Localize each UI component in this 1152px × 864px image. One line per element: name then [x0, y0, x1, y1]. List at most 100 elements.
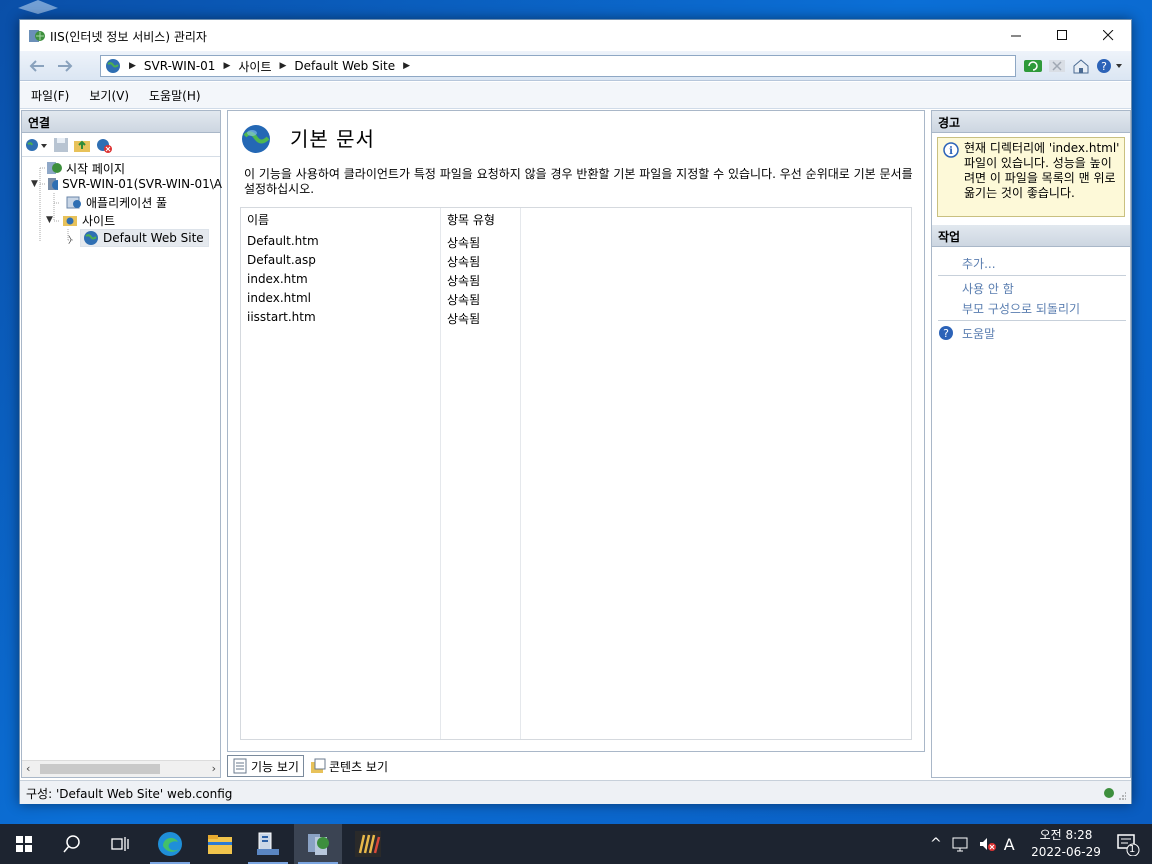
help-dropdown-button[interactable]: ? — [1095, 56, 1125, 76]
home-icon — [1073, 59, 1089, 74]
taskbar-server-manager[interactable] — [244, 824, 292, 864]
menu-view[interactable]: 보기(V) — [86, 85, 132, 106]
clock[interactable]: 오전 8:28 2022-06-29 — [1026, 827, 1106, 861]
arrow-right-icon — [58, 60, 73, 72]
tab-features-view[interactable]: 기능 보기 — [227, 755, 304, 777]
list-item-type[interactable]: 상속됨 — [447, 234, 480, 251]
minimize-icon — [1010, 35, 1021, 37]
stop-button[interactable] — [1047, 56, 1067, 76]
navigation-bar: ▶ SVR-WIN-01 ▶ 사이트 ▶ Default Web Site ▶ … — [20, 51, 1131, 81]
list-item-type[interactable]: 상속됨 — [447, 253, 480, 270]
iis-app-icon — [29, 30, 45, 42]
chevron-right-icon[interactable]: ▶ — [403, 61, 410, 71]
chevron-up-icon[interactable]: ^ — [930, 836, 942, 852]
svg-text:?: ? — [1101, 60, 1107, 73]
revert-to-parent-link[interactable]: 부모 구성으로 되돌리기 — [962, 300, 1080, 317]
arrow-left-icon — [29, 60, 44, 72]
breadcrumb-sites[interactable]: 사이트 — [238, 58, 271, 75]
resize-grip-icon[interactable] — [1103, 785, 1127, 801]
edge-browser-icon — [158, 832, 182, 856]
disable-action-link[interactable]: 사용 안 함 — [962, 280, 1014, 297]
default-document-globe-icon — [242, 125, 270, 153]
tab-content-view[interactable]: 콘텐츠 보기 — [306, 755, 392, 777]
taskbar-iis-manager[interactable] — [294, 824, 342, 864]
menu-file[interactable]: 파일(F) — [28, 85, 72, 106]
clock-date: 2022-06-29 — [1031, 845, 1101, 859]
refresh-icon — [1024, 60, 1042, 72]
notification-count: 1 — [1129, 844, 1136, 855]
search-icon — [63, 835, 80, 853]
tree-item-server[interactable]: SVR-WIN-01(SVR-WIN-01\A — [46, 175, 222, 193]
minimize-button[interactable] — [993, 20, 1039, 51]
server-icon — [48, 178, 59, 190]
list-item-name[interactable]: iisstart.htm — [247, 310, 316, 324]
maximize-button[interactable] — [1039, 20, 1085, 51]
refresh-button[interactable] — [1023, 56, 1043, 76]
svg-text:i: i — [949, 146, 953, 157]
status-text: 구성: 'Default Web Site' web.config — [26, 787, 233, 801]
task-view-button[interactable] — [96, 824, 144, 864]
column-divider — [520, 208, 521, 739]
scroll-left-icon[interactable]: ‹ — [26, 762, 30, 775]
add-action-link[interactable]: 추가... — [962, 255, 996, 272]
tree-item-sites[interactable]: 사이트 — [62, 211, 115, 229]
forward-button[interactable] — [52, 55, 78, 77]
list-item-name[interactable]: index.htm — [247, 272, 308, 286]
ime-indicator[interactable]: A — [1004, 835, 1015, 854]
close-button[interactable] — [1085, 20, 1131, 51]
list-item-type[interactable]: 상속됨 — [447, 291, 480, 308]
start-button[interactable] — [0, 824, 48, 864]
windows-logo-icon — [16, 836, 32, 852]
home-button[interactable] — [1071, 56, 1091, 76]
help-icon: ? — [1097, 59, 1122, 73]
speaker-muted-icon[interactable] — [978, 836, 996, 852]
column-header-name[interactable]: 이름 — [247, 211, 269, 228]
chevron-right-icon[interactable]: 〉 — [68, 233, 77, 246]
actions-panel: 경고 i 현재 디렉터리에 'index.html' 파일이 있습니다. 성능을… — [931, 110, 1131, 778]
list-item-type[interactable]: 상속됨 — [447, 272, 480, 289]
desktop-icon-edge[interactable] — [16, 0, 60, 14]
tree-item-default-web-site[interactable]: Default Web Site — [80, 229, 209, 247]
network-icon[interactable] — [952, 836, 970, 852]
disconnect-icon[interactable] — [95, 137, 113, 153]
column-divider — [440, 208, 441, 739]
column-header-type[interactable]: 항목 유형 — [447, 211, 495, 228]
taskbar-app[interactable] — [344, 824, 392, 864]
stripes-app-icon — [355, 831, 381, 857]
scroll-right-icon[interactable]: › — [212, 762, 216, 775]
taskbar: ^ A 오전 8:28 2022-06-29 1 — [0, 824, 1152, 864]
search-button[interactable] — [48, 824, 96, 864]
connect-icon[interactable] — [25, 137, 49, 153]
menu-help[interactable]: 도움말(H) — [146, 85, 204, 106]
save-icon[interactable] — [53, 137, 69, 153]
svg-text:?: ? — [943, 327, 949, 340]
list-item-name[interactable]: Default.asp — [247, 253, 316, 267]
up-folder-icon[interactable] — [73, 137, 91, 153]
horizontal-scrollbar[interactable]: ‹ › — [22, 760, 220, 777]
chevron-down-icon[interactable]: ▼ — [31, 179, 38, 189]
maximize-icon — [1056, 30, 1067, 40]
back-button[interactable] — [24, 55, 50, 77]
title-bar[interactable]: IIS(인터넷 정보 서비스) 관리자 — [20, 20, 1131, 51]
help-action-link[interactable]: 도움말 — [962, 325, 995, 342]
scrollbar-thumb[interactable] — [40, 764, 160, 774]
taskbar-edge[interactable] — [146, 824, 194, 864]
chevron-down-icon[interactable]: ▼ — [46, 215, 53, 225]
list-item-name[interactable]: Default.htm — [247, 234, 319, 248]
breadcrumb-server[interactable]: SVR-WIN-01 — [144, 59, 216, 73]
connections-toolbar — [22, 133, 220, 157]
notification-center-button[interactable]: 1 — [1104, 824, 1152, 864]
connections-tree: 시작 페이지 ▼ SVR-WIN-01(SVR-WIN-01\A 애플리케이션 … — [22, 157, 222, 727]
content-view-icon — [310, 758, 326, 773]
chevron-right-icon[interactable]: ▶ — [279, 61, 286, 71]
alerts-header: 경고 — [932, 111, 1130, 133]
tree-item-app-pools[interactable]: 애플리케이션 풀 — [66, 193, 167, 211]
address-bar[interactable]: ▶ SVR-WIN-01 ▶ 사이트 ▶ Default Web Site ▶ — [100, 55, 1016, 77]
server-manager-icon — [257, 832, 279, 855]
list-item-name[interactable]: index.html — [247, 291, 311, 305]
list-item-type[interactable]: 상속됨 — [447, 310, 480, 327]
taskbar-file-explorer[interactable] — [196, 824, 244, 864]
chevron-right-icon[interactable]: ▶ — [223, 61, 230, 71]
connections-panel: 연결 시작 페이지 ▼ SVR-WIN-01(SVR-WIN-01\A 애플리케… — [21, 110, 222, 778]
breadcrumb-default-site[interactable]: Default Web Site — [294, 59, 395, 73]
